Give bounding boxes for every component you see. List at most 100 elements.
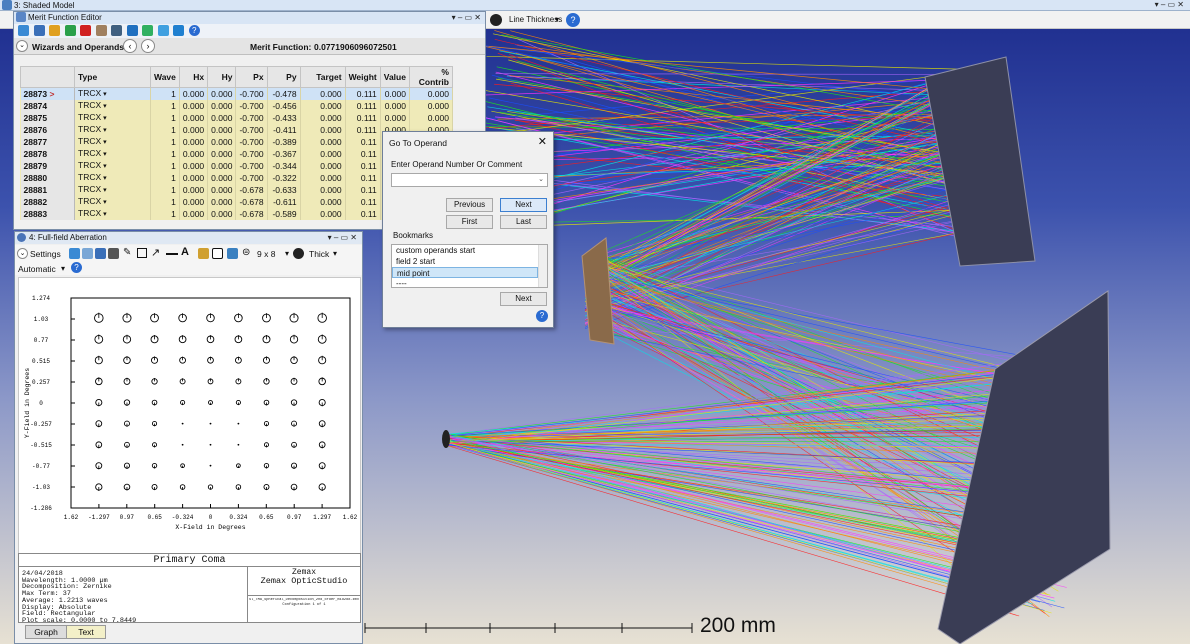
save-icon[interactable] [33, 25, 45, 37]
delete-icon[interactable] [80, 25, 92, 37]
settings-button[interactable]: Settings [30, 249, 61, 259]
wizards-label[interactable]: Wizards and Operands [32, 42, 124, 52]
bookmark-item[interactable]: ---- [392, 278, 538, 287]
operand-type[interactable]: TRCX ▾ [74, 160, 151, 172]
operand-search-input[interactable]: ⌄ [391, 173, 548, 187]
line-thickness-dropdown-icon[interactable]: ▾ [555, 15, 559, 24]
tab-text[interactable]: Text [66, 625, 106, 639]
mfe-help-icon[interactable]: ? [188, 25, 200, 37]
operand-row[interactable]: 28873 > TRCX ▾ 1 0.000 0.000 -0.700 -0.478 0.00… [20, 87, 453, 100]
insert-icon[interactable] [64, 25, 76, 37]
copy-icon[interactable] [82, 248, 93, 259]
mfe-window-controls[interactable]: ▾ – ▭ ✕ [452, 12, 481, 24]
swap-icon[interactable] [157, 25, 169, 37]
type-dropdown-icon[interactable]: ▾ [101, 163, 107, 170]
type-dropdown-icon[interactable]: ▾ [101, 103, 107, 110]
column-header[interactable]: Type [74, 66, 151, 88]
type-dropdown-icon[interactable]: ▾ [101, 139, 107, 146]
column-header[interactable]: Px [235, 66, 268, 88]
pencil-icon[interactable]: ✎ [123, 247, 131, 258]
type-dropdown-icon[interactable]: ▾ [101, 115, 107, 122]
rectangle-icon[interactable] [137, 248, 147, 258]
operand-type[interactable]: TRCX ▾ [74, 112, 151, 124]
type-dropdown-icon[interactable]: ▾ [101, 127, 107, 134]
column-header[interactable]: % Contrib [408, 66, 453, 88]
bookmarks-scrollbar[interactable] [538, 245, 547, 287]
operand-row[interactable]: 28874 TRCX ▾ 1 0.000 0.000 -0.700 -0.456 0.000 0… [20, 100, 453, 112]
column-header[interactable]: Weight [344, 66, 381, 88]
operand-number[interactable]: 28879 [20, 160, 75, 172]
ffa-refresh-icon[interactable] [69, 248, 80, 259]
lock-icon[interactable] [198, 248, 209, 259]
line-icon[interactable] [166, 253, 178, 255]
ffa-window-controls[interactable]: ▾ – ▭ ✕ [328, 232, 357, 244]
next-button[interactable]: Next [500, 198, 547, 212]
grid-dropdown-icon[interactable]: ▾ [285, 249, 289, 258]
column-header[interactable]: Wave [150, 66, 180, 88]
grid-size-dropdown[interactable]: 9 x 8 [257, 249, 275, 259]
chevron-down-icon[interactable]: ⌄ [538, 175, 544, 183]
last-button[interactable]: Last [500, 215, 547, 229]
operand-number[interactable]: 28882 [20, 196, 75, 208]
column-header[interactable]: Target [299, 66, 346, 88]
bookmark-item[interactable]: field 2 start [392, 256, 538, 267]
operand-type[interactable]: TRCX ▾ [74, 196, 151, 208]
column-header[interactable]: Hy [207, 66, 237, 88]
operand-number[interactable]: 28880 [20, 172, 75, 184]
type-dropdown-icon[interactable]: ▾ [101, 175, 107, 182]
ffa-save-icon[interactable] [95, 248, 106, 259]
type-dropdown-icon[interactable]: ▾ [101, 199, 107, 206]
automatic-dropdown-icon[interactable]: ▾ [61, 264, 65, 273]
type-dropdown-icon[interactable]: ▾ [101, 151, 107, 158]
column-header[interactable]: Value [379, 66, 410, 88]
operand-type[interactable]: TRCX ▾ [74, 148, 151, 160]
operand-type[interactable]: TRCX ▾ [74, 136, 151, 148]
operand-type[interactable]: TRCX ▾ [74, 100, 151, 112]
operand-number[interactable]: 28881 [20, 184, 75, 196]
goto-icon[interactable] [173, 25, 185, 37]
tools-icon[interactable] [95, 25, 107, 37]
operand-type[interactable]: TRCX ▾ [74, 172, 151, 184]
operand-number[interactable]: 28876 [20, 124, 75, 136]
operand-number[interactable]: 28873 > [20, 87, 75, 100]
operand-number[interactable]: 28874 [20, 100, 75, 112]
operand-number[interactable]: 28875 [20, 112, 75, 124]
first-button[interactable]: First [446, 215, 493, 229]
operand-type[interactable]: TRCX ▾ [74, 208, 151, 220]
shaded-window-controls[interactable]: ▾ – ▭ ✕ [1155, 0, 1184, 9]
bookmark-item[interactable]: mid point [392, 267, 538, 278]
thickness-icon[interactable] [293, 248, 304, 259]
undo-icon[interactable] [126, 25, 138, 37]
automatic-dropdown[interactable]: Automatic [18, 264, 56, 274]
evaluate-icon[interactable] [142, 25, 154, 37]
operand-number[interactable]: 28878 [20, 148, 75, 160]
bookmark-next-button[interactable]: Next [500, 292, 547, 306]
operand-type[interactable]: TRCX ▾ [74, 124, 151, 136]
window-icon[interactable] [227, 248, 238, 259]
operand-number[interactable]: 28877 [20, 136, 75, 148]
arrow-icon[interactable]: ↗ [151, 246, 160, 259]
previous-button[interactable]: Previous [446, 198, 493, 212]
bookmarks-list[interactable]: custom operands start field 2 start mid po… [391, 244, 548, 288]
text-icon[interactable]: A [181, 246, 189, 258]
line-thickness-icon[interactable] [490, 14, 502, 26]
type-dropdown-icon[interactable]: ▾ [101, 91, 107, 98]
expand-chevron-icon[interactable]: ⌄ [16, 40, 28, 52]
prev-arrow-icon[interactable]: ‹ [123, 39, 137, 53]
operand-number[interactable]: 28883 [20, 208, 75, 220]
operand-type[interactable]: TRCX ▾ [74, 184, 151, 196]
settings-chevron-icon[interactable]: ⌄ [17, 248, 28, 259]
next-arrow-icon[interactable]: › [141, 39, 155, 53]
column-header[interactable]: Hx [178, 66, 209, 88]
ffa-help-icon[interactable]: ? [71, 262, 82, 273]
type-dropdown-icon[interactable]: ▾ [101, 211, 107, 218]
thick-dropdown-icon[interactable]: ▾ [333, 249, 337, 258]
zoom-icon[interactable] [212, 248, 223, 259]
type-dropdown-icon[interactable]: ▾ [101, 187, 107, 194]
operand-row[interactable]: 28875 TRCX ▾ 1 0.000 0.000 -0.700 -0.433 0.000 0… [20, 112, 453, 124]
help-icon[interactable]: ? [566, 13, 580, 27]
tab-graph[interactable]: Graph [25, 625, 67, 639]
bookmark-item[interactable]: custom operands start [392, 245, 538, 256]
print-icon[interactable] [108, 248, 119, 259]
refresh-icon[interactable] [18, 25, 29, 37]
